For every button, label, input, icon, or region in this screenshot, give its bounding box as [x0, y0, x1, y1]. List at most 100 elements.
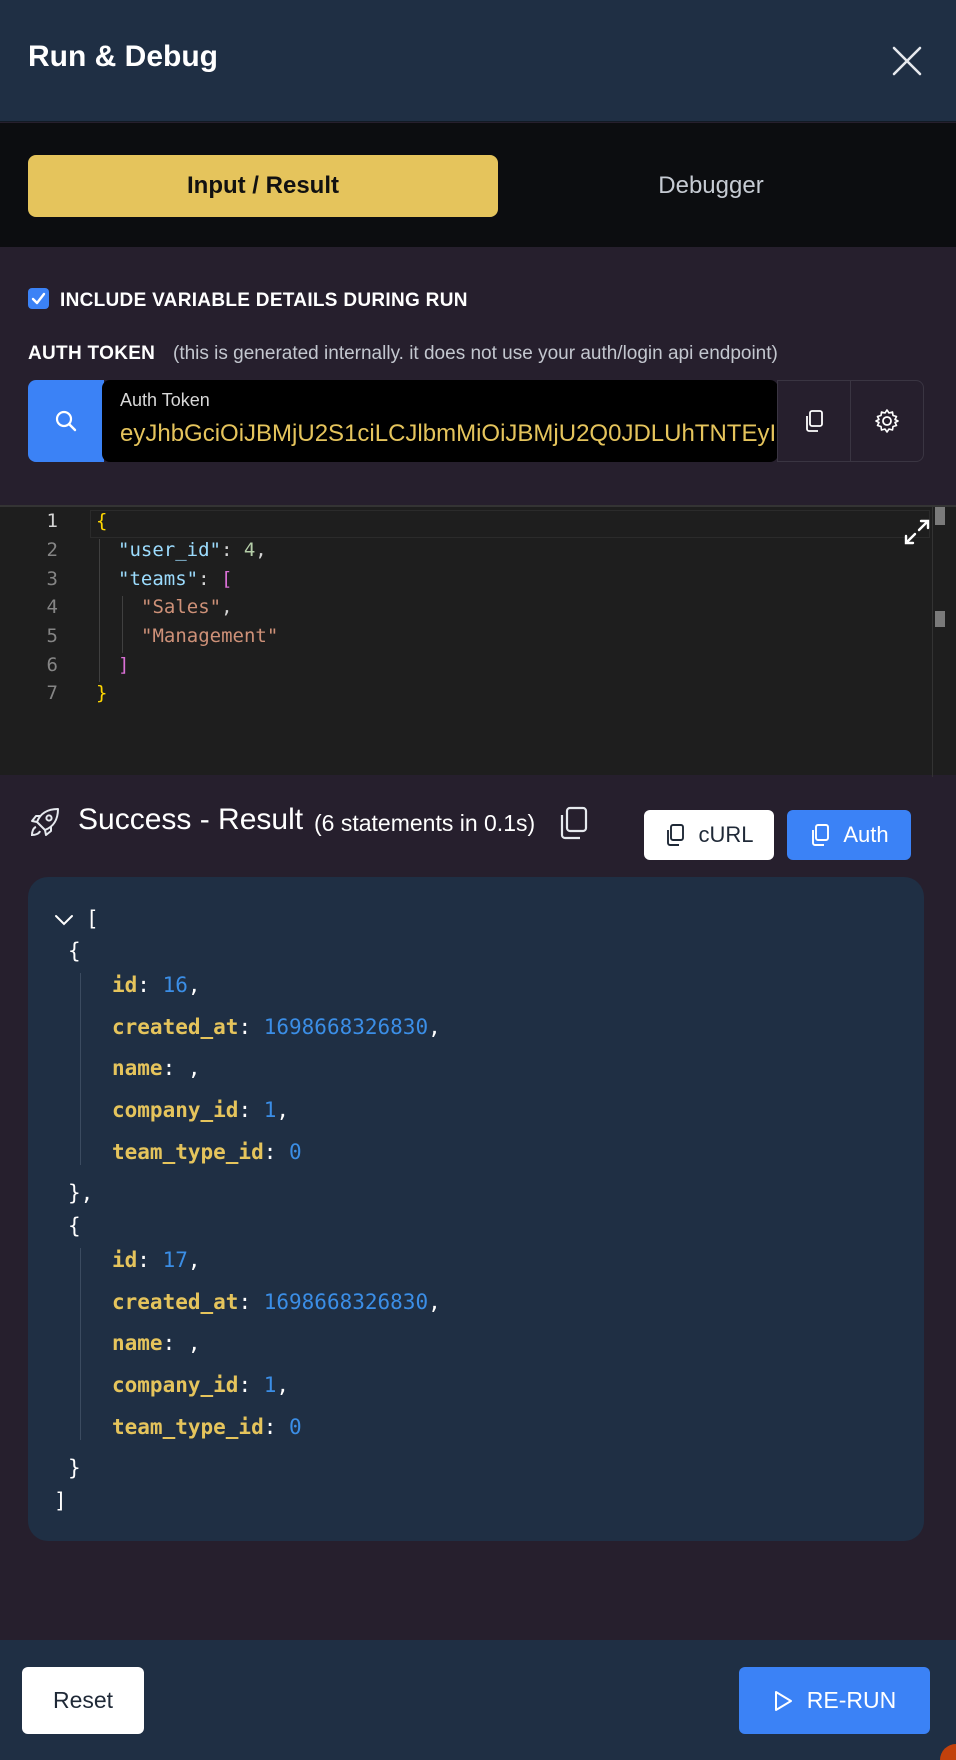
result-field: created_at: 1698668326830, [112, 1015, 441, 1039]
field-key: id [112, 1248, 138, 1272]
copy-icon[interactable] [556, 805, 590, 841]
result-field: name: , [112, 1331, 201, 1355]
code-line: "user_id": 4, [118, 539, 267, 561]
result-field: name: , [112, 1056, 201, 1080]
field-value: 17 [162, 1248, 188, 1272]
current-line-highlight [90, 510, 930, 538]
result-header: Success - Result (6 statements in 0.1s) … [0, 775, 956, 875]
include-variables-label[interactable]: INCLUDE VARIABLE DETAILS DURING RUN [60, 290, 468, 312]
include-variables-checkbox[interactable] [28, 288, 49, 309]
array-close-bracket: ] [54, 1489, 67, 1513]
curl-button[interactable]: cURL [644, 810, 774, 860]
bracket: [ [220, 568, 233, 590]
code-line: } [96, 682, 107, 704]
comma: , [255, 539, 267, 561]
array-open-bracket: [ [86, 907, 99, 931]
input-code-editor[interactable]: 1 2 3 4 5 6 7 { "user_id": 4, "teams": [… [0, 505, 956, 777]
result-title: Success - Result [78, 803, 304, 836]
bracket: ] [118, 654, 130, 676]
chevron-down-icon[interactable] [54, 913, 74, 927]
field-value: 16 [162, 973, 188, 997]
rerun-button[interactable]: RE-RUN [739, 1667, 930, 1734]
copy-token-button[interactable] [777, 380, 851, 462]
token-search-button[interactable] [28, 380, 104, 462]
json-key: "teams" [118, 568, 199, 590]
object-open-brace: { [68, 939, 81, 963]
modal-footer: Reset RE-RUN [0, 1640, 956, 1760]
field-value: 0 [289, 1140, 302, 1164]
field-value: 1698668326830 [263, 1015, 429, 1039]
result-field: company_id: 1, [112, 1098, 290, 1122]
rerun-button-label: RE-RUN [806, 1687, 897, 1713]
close-icon[interactable] [890, 44, 924, 78]
play-icon [774, 1690, 792, 1711]
result-stats: (6 statements in 0.1s) [314, 810, 536, 836]
scrollbar-thumb[interactable] [935, 507, 945, 525]
result-field: team_type_id: 0 [112, 1415, 302, 1439]
tab-debugger[interactable]: Debugger [498, 155, 924, 217]
copy-icon [812, 824, 830, 846]
auth-token-note: (this is generated internally. it does n… [173, 343, 778, 364]
result-viewer[interactable]: [ { id: 16, created_at: 1698668326830, n… [28, 877, 924, 1541]
code-line: "Management" [141, 625, 278, 647]
copy-icon [806, 410, 823, 432]
line-number: 2 [46, 539, 58, 561]
json-key: "user_id" [118, 539, 221, 561]
field-key: created_at [112, 1015, 239, 1039]
json-string: "Sales" [141, 596, 222, 618]
colon: : [198, 568, 221, 590]
code-line: "Sales", [141, 596, 233, 618]
modal-header: Run & Debug [0, 0, 956, 122]
line-number: 4 [46, 596, 58, 618]
field-value: 1698668326830 [263, 1290, 429, 1314]
brace: { [96, 510, 108, 532]
field-key: team_type_id [112, 1140, 264, 1164]
field-key: company_id [112, 1098, 239, 1122]
auth-token-value[interactable]: eyJhbGciOiJBMjU2S1ciLCJlbmMiOiJBMjU2Q0JD… [120, 420, 775, 448]
modal-title: Run & Debug [28, 40, 218, 73]
colon: : [220, 539, 244, 561]
reset-button[interactable]: Reset [22, 1667, 144, 1734]
comma: , [221, 596, 233, 618]
field-key: company_id [112, 1373, 239, 1397]
field-key: name [112, 1331, 163, 1355]
code-line: ] [118, 654, 129, 676]
brace: } [96, 682, 108, 704]
indent-guide [122, 596, 123, 653]
auth-button-label: Auth [843, 822, 889, 847]
auth-token-field[interactable]: Auth Token eyJhbGciOiJBMjU2S1ciLCJlbmMiO… [102, 380, 778, 462]
field-value: 1 [263, 1373, 277, 1397]
indent-guide [99, 539, 100, 682]
object-close-brace: } [68, 1456, 81, 1480]
gear-icon [875, 409, 899, 433]
field-key: name [112, 1056, 163, 1080]
line-number: 6 [46, 654, 58, 676]
line-number: 7 [46, 682, 58, 704]
json-string: "Management" [141, 625, 279, 647]
indent-guide [80, 973, 81, 1165]
auth-token-caption: Auth Token [120, 390, 210, 410]
result-field: team_type_id: 0 [112, 1140, 302, 1164]
auth-button[interactable]: Auth [787, 810, 911, 860]
field-value: 1 [263, 1098, 277, 1122]
indent-guide [80, 1248, 81, 1440]
curl-button-label: cURL [698, 822, 754, 847]
editor-scrollbar-track[interactable] [932, 507, 933, 777]
field-key: created_at [112, 1290, 239, 1314]
object-close-brace: }, [68, 1181, 94, 1205]
expand-icon[interactable] [902, 517, 932, 547]
result-field: id: 16, [112, 973, 201, 997]
run-settings: INCLUDE VARIABLE DETAILS DURING RUN AUTH… [0, 247, 956, 505]
line-number: 5 [46, 625, 58, 647]
line-number: 3 [46, 568, 58, 590]
json-number: 4 [243, 539, 256, 561]
auth-token-heading: AUTH TOKEN [28, 343, 156, 364]
checkmark-icon [31, 292, 46, 305]
tab-input-result[interactable]: Input / Result [28, 155, 498, 217]
field-key: team_type_id [112, 1415, 264, 1439]
token-settings-button[interactable] [850, 380, 924, 462]
copy-icon [667, 824, 685, 846]
result-field: id: 17, [112, 1248, 201, 1272]
result-field: created_at: 1698668326830, [112, 1290, 441, 1314]
tab-bar: Input / Result Debugger [0, 123, 956, 247]
